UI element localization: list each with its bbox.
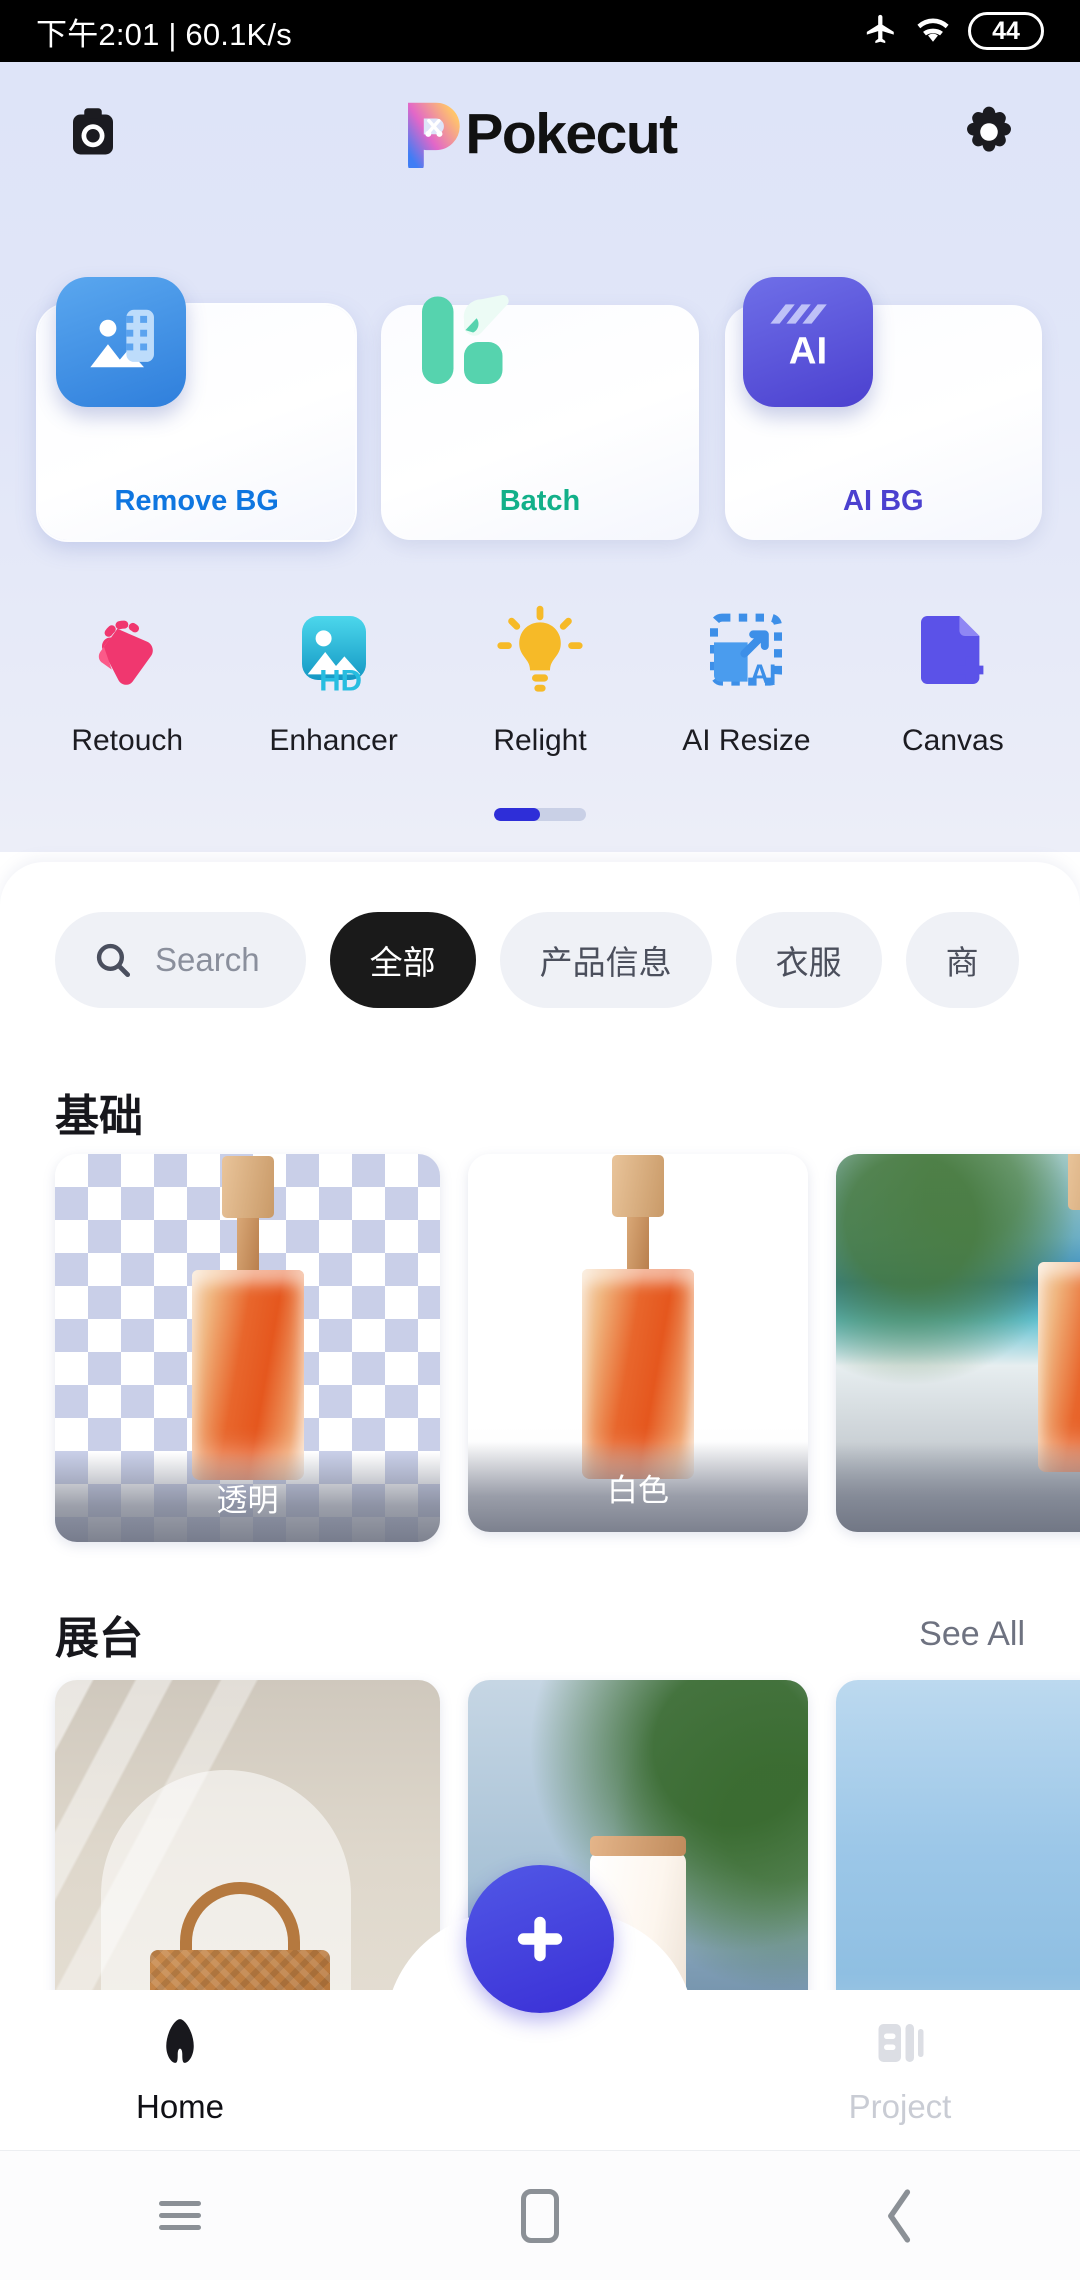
- logo-p-mark: [408, 102, 460, 168]
- filter-chip-row: Search 全部 产品信息 衣服 商: [0, 908, 1080, 1012]
- remove-background-icon: [56, 277, 186, 407]
- basics-card-row: 透明 白色: [0, 1154, 1080, 1542]
- batch-icon: [399, 277, 529, 407]
- status-time-network: 下午2:01 | 60.1K/s: [36, 16, 292, 52]
- feature-card-remove-bg[interactable]: Remove BG: [38, 277, 356, 540]
- wifi-icon: [915, 12, 951, 51]
- feature-card-ai-bg[interactable]: AI AI BG: [724, 277, 1042, 540]
- create-button[interactable]: [466, 1865, 614, 2013]
- gear-icon[interactable]: [958, 101, 1020, 168]
- nav-item-label: Home: [135, 2087, 225, 2125]
- feature-card-row: Remove BG Batch AI AI BG: [0, 277, 1080, 540]
- project-icon: [870, 2015, 930, 2076]
- tool-label: Canvas: [901, 724, 1004, 757]
- feature-card-label: AI BG: [843, 485, 924, 517]
- tool-retouch[interactable]: Retouch: [24, 600, 230, 758]
- canvas-icon: [901, 600, 1005, 704]
- section-title: 基础: [55, 1092, 143, 1141]
- filter-chip-all[interactable]: 全部: [329, 912, 476, 1008]
- search-input[interactable]: Search: [55, 912, 306, 1008]
- tool-label: Retouch: [71, 724, 184, 757]
- home-square-icon[interactable]: [480, 2166, 600, 2266]
- battery-level: 44: [992, 16, 1020, 45]
- tool-canvas[interactable]: Canvas: [850, 600, 1056, 758]
- svg-text:AI: AI: [788, 330, 826, 373]
- perfume-bottle-preview: [191, 1155, 304, 1480]
- filter-chip-label: 衣服: [775, 944, 842, 981]
- filter-chip-clothing[interactable]: 衣服: [735, 912, 882, 1008]
- airplane-icon: [864, 12, 898, 51]
- template-card-white[interactable]: 白色: [468, 1154, 808, 1532]
- app-screen: 下午2:01 | 60.1K/s 44 Pokecut Remove BG Ba…: [0, 0, 1080, 2280]
- lightbulb-icon: [488, 600, 592, 704]
- app-title: Pokecut: [465, 102, 678, 166]
- tool-relight[interactable]: Relight: [437, 600, 643, 758]
- svg-text:AI: AI: [750, 659, 776, 689]
- template-card-transparent[interactable]: 透明: [55, 1154, 440, 1542]
- nav-item-home[interactable]: Home: [0, 2015, 360, 2126]
- ai-resize-icon: AI: [694, 600, 798, 704]
- nav-item-label: Project: [848, 2087, 952, 2125]
- search-icon: [96, 943, 131, 978]
- back-chevron-icon[interactable]: [840, 2166, 960, 2266]
- perfume-bottle-preview: [1038, 1154, 1080, 1472]
- filter-chip-label: 产品信息: [539, 944, 672, 981]
- feature-card-label: Remove BG: [114, 485, 279, 517]
- tool-label: Enhancer: [269, 724, 398, 757]
- feature-card-label: Batch: [499, 485, 581, 517]
- section-header-basics: 基础: [0, 1080, 1080, 1144]
- tool-label: Relight: [493, 724, 587, 757]
- ai-background-icon: AI: [742, 277, 873, 407]
- tool-row: Retouch HD Enhancer Relight AI AI Resize…: [0, 600, 1080, 758]
- android-navigation-bar: [0, 2150, 1080, 2280]
- filter-chip-label: 全部: [369, 944, 436, 981]
- section-header-showcase: 展台 See All: [0, 1602, 1080, 1666]
- template-card-caption: 白色: [468, 1442, 808, 1532]
- recents-icon[interactable]: [120, 2166, 240, 2266]
- template-card-beach[interactable]: [836, 1154, 1080, 1532]
- section-see-all[interactable]: See All: [919, 1615, 1025, 1654]
- filter-chip-partial[interactable]: 商: [905, 912, 1019, 1008]
- plus-icon: [517, 1916, 563, 1962]
- template-card-caption: [836, 1442, 1080, 1532]
- tool-enhancer[interactable]: HD Enhancer: [230, 600, 436, 758]
- search-placeholder: Search: [155, 941, 260, 978]
- bottom-navigation: Home Project: [0, 1865, 1080, 2150]
- template-card-caption: 透明: [55, 1452, 440, 1542]
- app-bar: Pokecut: [0, 62, 1080, 207]
- retouch-icon: [75, 600, 179, 704]
- enhancer-hd-icon: HD: [282, 600, 386, 704]
- feature-card-batch[interactable]: Batch: [381, 294, 699, 540]
- filter-chip-product-info[interactable]: 产品信息: [499, 912, 712, 1008]
- app-logo: Pokecut: [407, 102, 678, 168]
- camera-icon[interactable]: [60, 102, 126, 167]
- scroll-indicator-thumb: [494, 808, 540, 821]
- perfume-bottle-preview: [582, 1155, 694, 1480]
- status-bar: 下午2:01 | 60.1K/s 44: [0, 0, 1080, 62]
- tool-ai-resize[interactable]: AI AI Resize: [643, 600, 849, 758]
- nav-item-project[interactable]: Project: [720, 2015, 1080, 2126]
- section-title: 展台: [55, 1614, 143, 1663]
- battery-indicator: 44: [968, 12, 1044, 50]
- filter-chip-label: 商: [945, 944, 979, 981]
- scroll-indicator[interactable]: [0, 808, 1080, 821]
- svg-text:HD: HD: [319, 664, 362, 697]
- tool-label: AI Resize: [682, 724, 811, 757]
- home-icon: [149, 2015, 211, 2076]
